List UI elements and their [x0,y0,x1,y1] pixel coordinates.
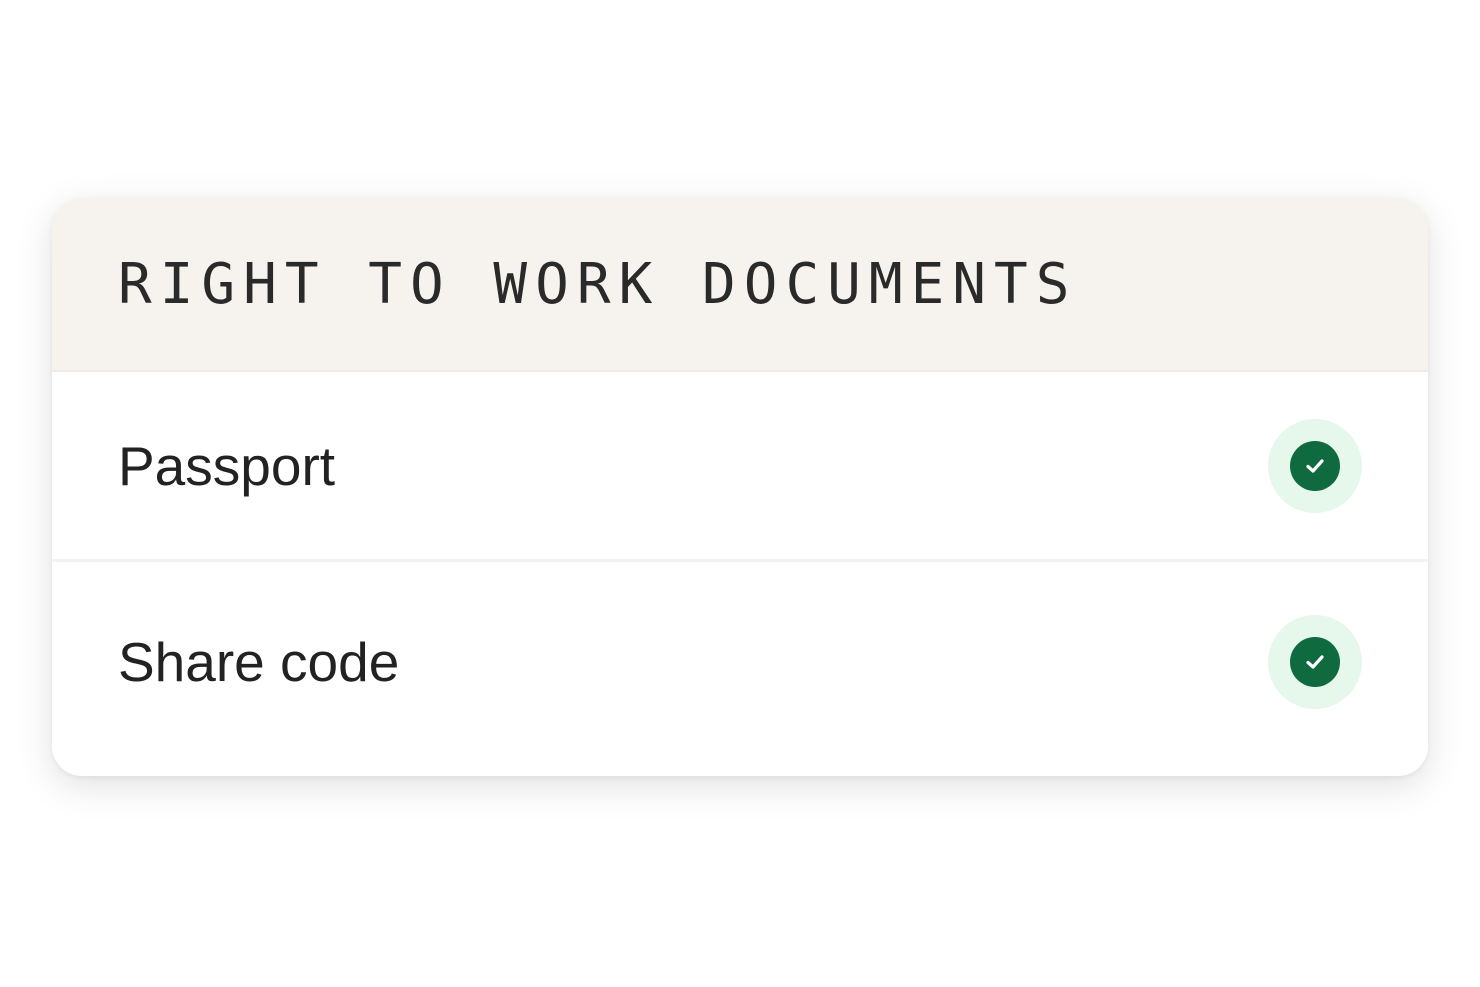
card-title: RIGHT TO WORK DOCUMENTS [118,251,1078,317]
document-label: Share code [118,631,400,693]
status-badge [1268,418,1362,513]
check-icon [1290,440,1340,491]
status-badge [1268,615,1362,709]
document-row-share-code: Share code [52,562,1428,762]
right-to-work-card: RIGHT TO WORK DOCUMENTS Passport Share c… [52,198,1428,776]
check-icon [1290,637,1340,687]
card-header: RIGHT TO WORK DOCUMENTS [52,198,1428,372]
document-label: Passport [118,434,336,497]
document-row-passport: Passport [52,372,1428,562]
